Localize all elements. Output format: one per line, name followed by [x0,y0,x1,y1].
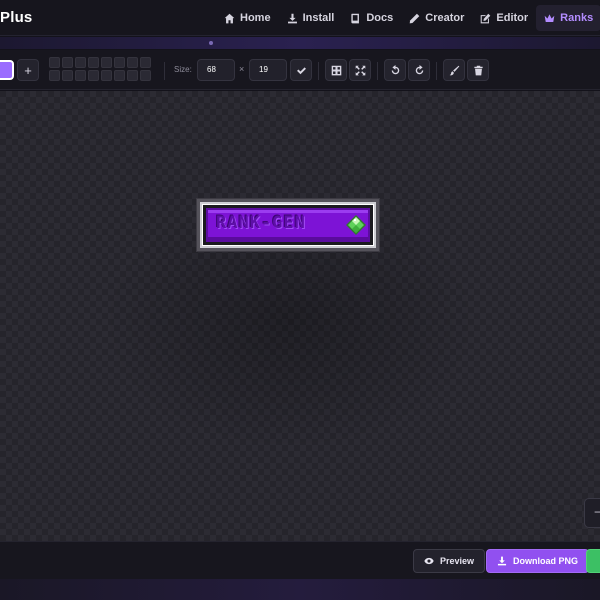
nav-home-label: Home [240,12,271,24]
palette-slot[interactable] [140,57,151,68]
palette-slot[interactable] [75,57,86,68]
palette-slot[interactable] [101,57,112,68]
download-label: Download PNG [513,556,578,566]
toolbar-divider [164,62,165,80]
palette-slot[interactable] [140,70,151,81]
palette-slot[interactable] [75,70,86,81]
zoom-control-button[interactable]: − [584,498,600,528]
nav-install[interactable]: Install [279,5,343,31]
emerald-gem-icon [346,215,366,235]
nav-home[interactable]: Home [216,5,279,31]
grid-icon [331,65,341,75]
redo-icon [415,64,423,74]
undo-icon [391,64,399,74]
preview-label: Preview [440,556,475,566]
color-palette [49,57,151,81]
eye-icon [424,557,434,565]
nav-creator-label: Creator [425,12,465,24]
width-input[interactable]: 68 [197,59,235,81]
app-root: Plus Home Install Docs Creator Editor Ra… [0,0,600,600]
preview-button[interactable]: Preview [413,549,486,573]
fit-canvas-button[interactable] [349,59,371,81]
add-color-button[interactable]: + [17,59,39,81]
editor-toolbar: + Size: 68 × 19 [0,50,600,90]
palette-slot[interactable] [127,57,138,68]
nav-docs-label: Docs [366,12,394,24]
download-icon [497,556,507,566]
book-icon [351,13,360,23]
top-navbar: Plus Home Install Docs Creator Editor Ra… [0,0,600,36]
check-icon [296,66,306,74]
toolbar-divider [377,62,378,80]
trash-icon [473,65,483,75]
nav-ranks[interactable]: Ranks [536,5,600,31]
save-button[interactable] [586,549,600,573]
brush-icon [449,65,459,75]
height-input[interactable]: 19 [249,59,287,81]
strip-indicator [209,41,213,45]
size-label: Size: [174,65,192,74]
undo-button[interactable] [384,59,406,81]
header-accent-strip [0,37,600,49]
brand-logo[interactable]: Plus [0,9,32,26]
compress-icon [355,65,365,75]
palette-slot[interactable] [101,70,112,81]
footer-strip [0,579,600,600]
palette-slot[interactable] [49,70,60,81]
home-icon [224,13,235,23]
rank-badge-text: RANK-GEN [216,213,306,233]
nav-docs[interactable]: Docs [342,5,401,31]
pencil-icon [409,13,420,23]
redo-button[interactable] [408,59,430,81]
clear-canvas-button[interactable] [467,59,489,81]
palette-slot[interactable] [88,70,99,81]
palette-slot[interactable] [114,57,125,68]
nav-editor[interactable]: Editor [472,5,536,31]
main-nav: Home Install Docs Creator Editor Ranks [216,5,600,31]
size-separator: × [239,64,245,74]
palette-slot[interactable] [62,57,73,68]
brush-tool-button[interactable] [443,59,465,81]
palette-slot[interactable] [127,70,138,81]
nav-install-label: Install [302,12,335,24]
nav-ranks-label: Ranks [560,12,594,24]
edit-icon [481,13,491,23]
selected-color-swatch[interactable] [0,60,14,80]
nav-creator[interactable]: Creator [401,5,472,31]
toolbar-divider [436,62,437,80]
download-icon [287,13,297,23]
crown-icon [544,13,555,22]
toolbar-divider [318,62,319,80]
palette-slot[interactable] [114,70,125,81]
action-bar: Preview Download PNG [0,541,600,579]
palette-slot[interactable] [88,57,99,68]
palette-slot[interactable] [49,57,60,68]
toggle-grid-button[interactable] [325,59,347,81]
nav-editor-label: Editor [496,12,529,24]
editor-canvas[interactable] [0,91,600,541]
palette-slot[interactable] [62,70,73,81]
download-png-button[interactable]: Download PNG [486,549,589,573]
apply-size-button[interactable] [290,59,312,81]
